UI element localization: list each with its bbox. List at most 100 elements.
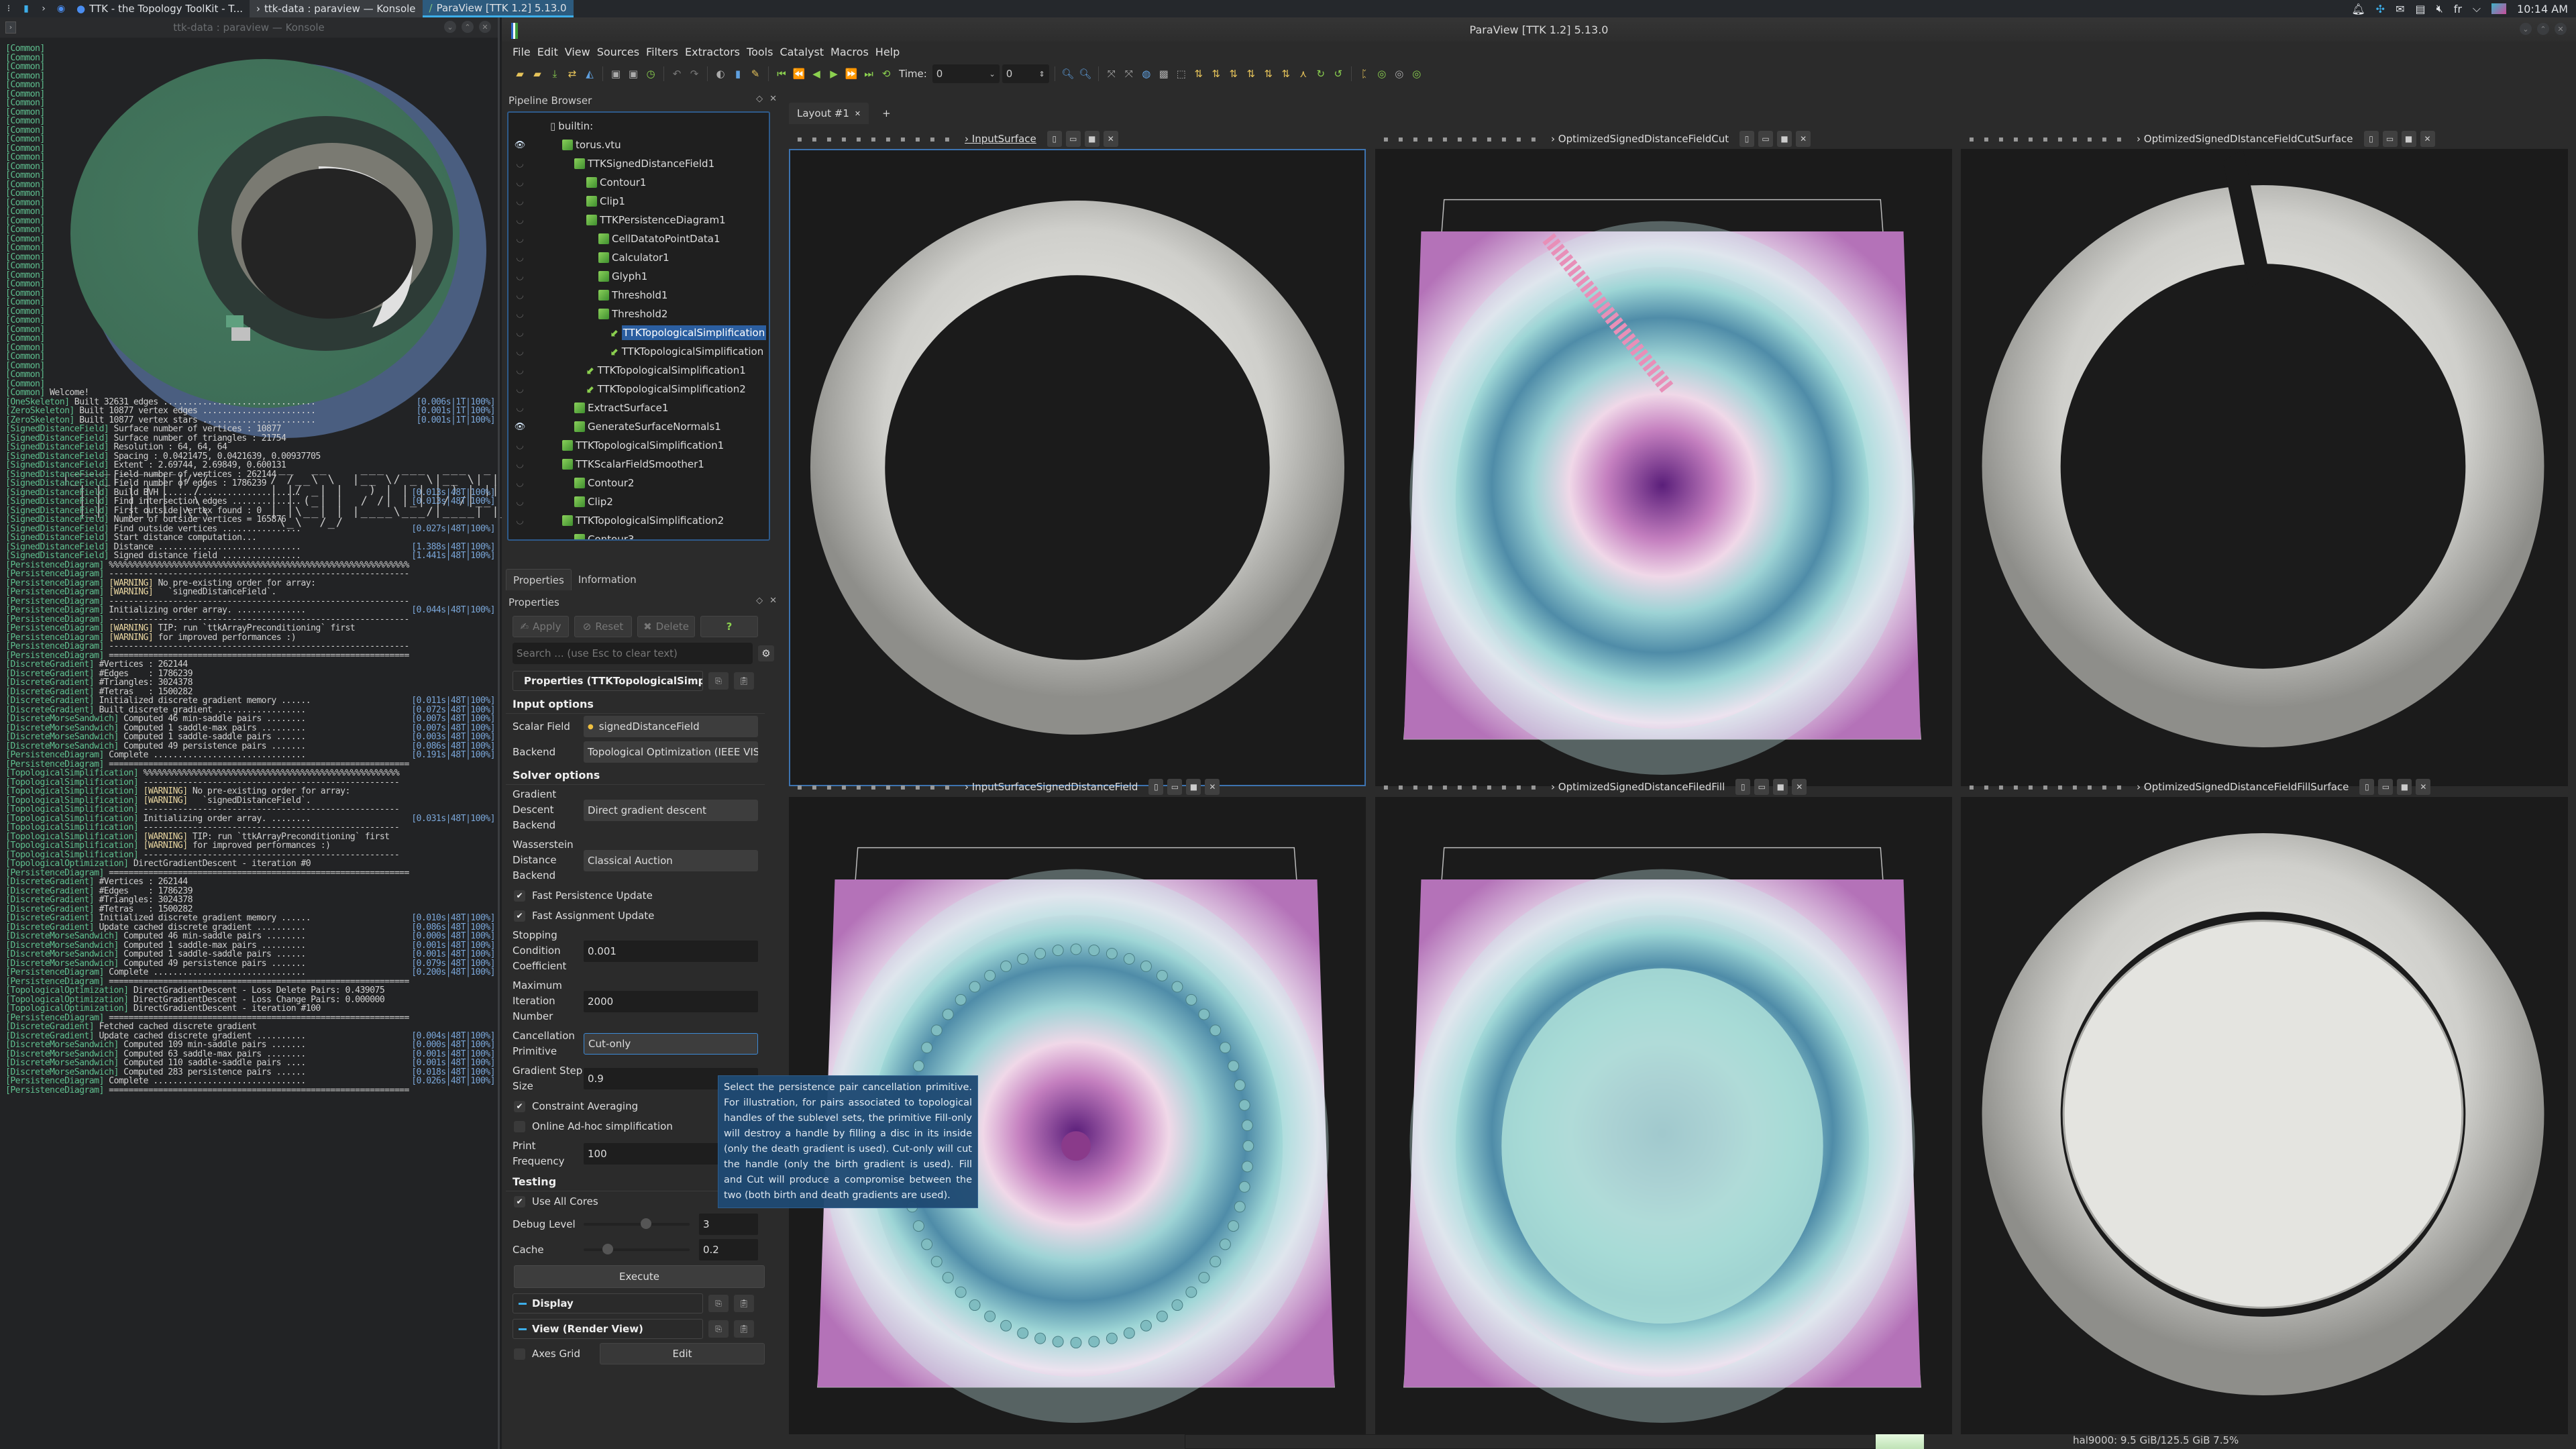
select-cells-icon[interactable]: ▪ [1468, 132, 1481, 146]
menu-view[interactable]: View [565, 46, 597, 58]
clipboard-icon[interactable]: ▤ [2415, 3, 2425, 15]
select-block-icon[interactable]: ▪ [2068, 780, 2082, 794]
menu-catalyst[interactable]: Catalyst [780, 46, 830, 58]
tab-properties[interactable]: Properties [506, 569, 572, 590]
3d-toggle-icon[interactable]: ▪ [1424, 132, 1437, 146]
palette-icon[interactable]: ✎ [748, 66, 763, 81]
zoom-icon[interactable]: ▪ [2024, 780, 2037, 794]
split-vertical-icon[interactable]: ▭ [1754, 779, 1770, 795]
zoom-closest-icon[interactable]: 🔍︎ [1078, 66, 1093, 81]
connect-icon[interactable]: ⇄ [565, 66, 580, 81]
color-map-editor-icon[interactable]: ▮ [731, 66, 745, 81]
screenshot-icon[interactable]: ▪ [1409, 780, 1422, 794]
split-vertical-icon[interactable]: ▭ [2378, 779, 2394, 795]
zoom-icon[interactable]: ▪ [1438, 780, 1452, 794]
debug-level-slider[interactable] [584, 1218, 690, 1229]
menu-help[interactable]: Help [875, 46, 906, 58]
split-horizontal-icon[interactable]: ▯ [1735, 779, 1751, 795]
last-frame-icon[interactable]: ⏭ [861, 66, 876, 81]
split-horizontal-icon[interactable]: ▯ [1739, 131, 1755, 147]
camera-capture-icon[interactable]: ▪ [1394, 132, 1407, 146]
clock[interactable]: 10:14 AM [2517, 3, 2568, 15]
find-data-icon[interactable]: ▪ [2112, 780, 2126, 794]
zoom-icon[interactable]: ▪ [2024, 132, 2037, 146]
camera-reset-icon[interactable]: ▪ [1379, 780, 1393, 794]
render-view[interactable] [1375, 149, 1952, 786]
pipeline-item[interactable]: ◡ ⬋ TTKTopologicalSimplification [508, 323, 769, 342]
gradient-descent-backend-combo[interactable]: Direct gradient descent [584, 799, 758, 821]
hover-points-icon[interactable]: ▪ [911, 132, 924, 146]
eye-hidden-icon[interactable]: ◡ [514, 516, 526, 526]
mail-icon[interactable]: ✉ [2396, 3, 2404, 15]
eye-hidden-icon[interactable]: ◡ [514, 441, 526, 451]
display-section-header[interactable]: Display [513, 1293, 703, 1313]
camera-undo-icon[interactable]: ◐ [713, 66, 728, 81]
eye-hidden-icon[interactable]: ◡ [514, 197, 526, 207]
eye-hidden-icon[interactable]: ◡ [514, 403, 526, 413]
wasserstein-backend-combo[interactable]: Classical Auction [584, 849, 758, 871]
hover-points-icon[interactable]: ▪ [2083, 780, 2096, 794]
delete-button[interactable]: ✖ Delete [637, 616, 695, 637]
open-file-icon[interactable]: ▰ [513, 66, 527, 81]
macro-2-icon[interactable]: ◎ [1392, 66, 1407, 81]
reset-button[interactable]: ⊘ Reset [574, 616, 632, 637]
eye-hidden-icon[interactable]: ◡ [514, 234, 526, 244]
help-button[interactable]: ? [700, 616, 758, 637]
hover-points-icon[interactable]: ▪ [1497, 780, 1511, 794]
close-tab-icon[interactable]: ✕ [855, 109, 861, 118]
menu-tools[interactable]: Tools [747, 46, 780, 58]
browser-icon[interactable]: ◉ [54, 2, 68, 15]
close-dock-icon[interactable]: ✕ [769, 94, 777, 104]
select-points-icon[interactable]: ▪ [2039, 780, 2052, 794]
minimize-button[interactable]: ⌄ [2520, 23, 2532, 35]
set-view-minus-x-icon[interactable]: ⇅ [1209, 66, 1224, 81]
select-points-icon[interactable]: ▪ [867, 780, 880, 794]
find-data-icon[interactable]: ▪ [941, 780, 954, 794]
float-dock-icon[interactable]: ◇ [756, 596, 763, 606]
tab-layout-1[interactable]: Layout #1 ✕ [789, 103, 869, 124]
close-button[interactable]: ✕ [2555, 23, 2567, 35]
pipeline-item[interactable]: ◡ Clip2 [508, 492, 769, 511]
menu-edit[interactable]: Edit [537, 46, 565, 58]
stopping-condition-input[interactable]: 0.001 [584, 940, 758, 962]
eye-hidden-icon[interactable]: ◡ [514, 328, 526, 338]
play-backward-icon[interactable]: ◀ [809, 66, 824, 81]
pipeline-item[interactable]: ◡ Threshold2 [508, 305, 769, 323]
select-cells-icon[interactable]: ▪ [881, 132, 895, 146]
menu-sources[interactable]: Sources [597, 46, 646, 58]
select-cells-icon[interactable]: ▪ [2053, 780, 2067, 794]
split-vertical-icon[interactable]: ▭ [2382, 131, 2398, 147]
find-data-icon[interactable]: ▪ [1527, 132, 1540, 146]
pipeline-item[interactable]: ◡ TTKScalarFieldSmoother1 [508, 455, 769, 474]
menu-extractors[interactable]: Extractors [685, 46, 747, 58]
terminal-icon[interactable]: › [37, 2, 50, 15]
eye-hidden-icon[interactable]: ◡ [514, 535, 526, 540]
render-canvas[interactable] [1961, 797, 2565, 1432]
select-points-icon[interactable]: ▪ [2039, 132, 2052, 146]
hover-cells-icon[interactable]: ▪ [2098, 780, 2111, 794]
camera-reset-icon[interactable]: ▪ [1965, 780, 1978, 794]
close-view-icon[interactable]: ✕ [1792, 779, 1807, 795]
split-horizontal-icon[interactable]: ▯ [1046, 131, 1062, 147]
render-canvas[interactable] [1375, 149, 1949, 784]
3d-toggle-icon[interactable]: ▪ [2009, 780, 2023, 794]
python-shell-icon[interactable]: ᛈ [1357, 66, 1372, 81]
task-paraview[interactable]: / ParaView [TTK 1.2] 5.13.0 [422, 0, 574, 17]
select-block-icon[interactable]: ▪ [1483, 132, 1496, 146]
zoom-icon[interactable]: ▪ [852, 780, 865, 794]
eye-hidden-icon[interactable]: ◡ [514, 497, 526, 507]
maximize-button[interactable]: ⌃ [462, 21, 474, 33]
find-data-icon[interactable]: ▪ [2112, 132, 2126, 146]
hover-points-icon[interactable]: ▪ [2083, 132, 2096, 146]
pipeline-item[interactable]: ◡ ⬋ TTKTopologicalSimplification1 [508, 361, 769, 380]
float-dock-icon[interactable]: ◇ [756, 94, 763, 104]
maximize-view-icon[interactable]: ■ [2401, 131, 2416, 147]
load-state-icon[interactable]: ▣ [626, 66, 641, 81]
slider-handle[interactable] [602, 1244, 614, 1254]
eye-hidden-icon[interactable]: ◡ [514, 253, 526, 263]
camera-reset-icon[interactable]: ▪ [793, 780, 806, 794]
pipeline-item[interactable]: ◡ ExtractSurface1 [508, 398, 769, 417]
copy-properties-icon[interactable]: ⎘ [708, 672, 729, 690]
3d-toggle-icon[interactable]: ▪ [837, 780, 851, 794]
slider-handle[interactable] [641, 1218, 652, 1229]
